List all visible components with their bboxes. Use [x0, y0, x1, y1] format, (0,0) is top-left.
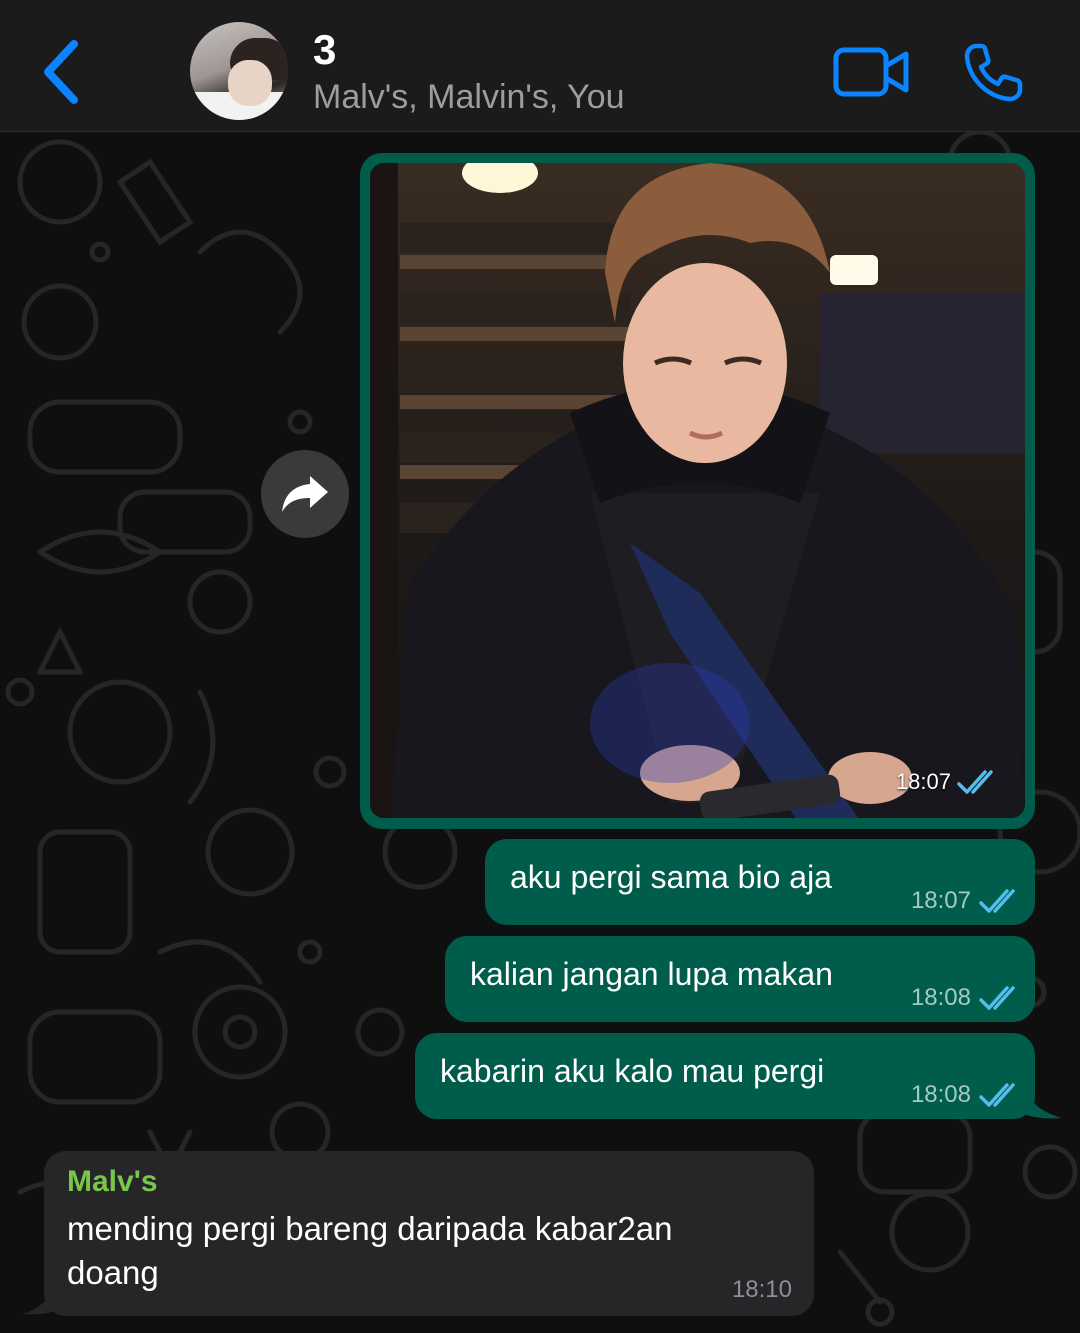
message-meta: 18:08: [911, 1081, 1023, 1109]
forward-icon: [282, 476, 328, 512]
video-camera-icon[interactable]: [832, 44, 912, 100]
message-text: kabarin aku kalo mau pergi: [440, 1053, 825, 1089]
shared-photo[interactable]: 18:07: [370, 163, 1025, 818]
incoming-message[interactable]: Malv's mending pergi bareng daripada kab…: [44, 1151, 814, 1316]
chevron-left-icon[interactable]: [38, 38, 88, 106]
chat-participants[interactable]: Malv's, Malvin's, You: [313, 78, 625, 117]
message-time: 18:07: [895, 769, 951, 794]
double-check-icon: [979, 986, 1015, 1010]
message-meta: 18:08: [911, 984, 1023, 1012]
phone-icon[interactable]: [962, 40, 1026, 104]
message-meta: 18:07: [911, 887, 1023, 915]
photo-content: [370, 163, 1025, 818]
message-meta: 18:07: [896, 768, 1001, 796]
chat-header: 3 Malv's, Malvin's, You: [0, 0, 1080, 132]
message-time: 18:08: [910, 1081, 971, 1108]
message-text: kalian jangan lupa makan: [470, 956, 833, 992]
message-time: 18:08: [910, 984, 971, 1011]
message-text: aku pergi sama bio aja: [510, 859, 832, 895]
double-check-icon: [979, 1083, 1015, 1107]
outgoing-message[interactable]: kalian jangan lupa makan 18:08: [445, 936, 1035, 1022]
double-check-icon: [957, 770, 993, 794]
double-check-icon: [979, 889, 1015, 913]
forward-button[interactable]: [261, 450, 349, 538]
outgoing-message[interactable]: aku pergi sama bio aja 18:07: [485, 839, 1035, 925]
message-time: 18:07: [910, 887, 971, 914]
group-avatar[interactable]: [190, 22, 288, 120]
message-time: 18:10: [731, 1276, 792, 1303]
chat-title[interactable]: 3: [313, 26, 336, 74]
message-text: mending pergi bareng daripada kabar2an d…: [67, 1210, 673, 1291]
image-message[interactable]: 18:07: [360, 153, 1035, 829]
outgoing-message[interactable]: kabarin aku kalo mau pergi 18:08: [415, 1033, 1035, 1119]
sender-name[interactable]: Malv's: [67, 1165, 158, 1199]
